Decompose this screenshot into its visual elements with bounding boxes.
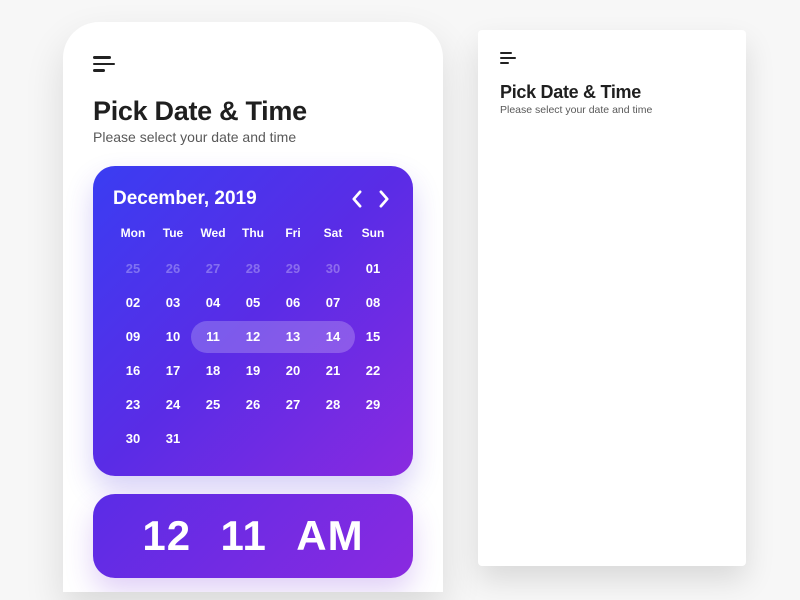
day-cell[interactable]: 17 bbox=[153, 354, 193, 388]
day-cell[interactable]: 30 bbox=[113, 422, 153, 456]
day-cell[interactable]: 01 bbox=[353, 252, 393, 286]
day-cell[interactable]: 29 bbox=[353, 388, 393, 422]
day-cell[interactable]: 31 bbox=[153, 422, 193, 456]
day-cell[interactable]: 21 bbox=[313, 354, 353, 388]
day-cell[interactable]: 02 bbox=[113, 286, 153, 320]
dow-label: Sat bbox=[313, 226, 353, 252]
page-title: Pick Date & Time bbox=[93, 96, 413, 127]
day-cell[interactable]: 19 bbox=[233, 354, 273, 388]
menu-icon[interactable] bbox=[93, 56, 115, 72]
day-cell[interactable]: 25 bbox=[193, 388, 233, 422]
dow-label: Wed bbox=[193, 226, 233, 252]
day-cell[interactable]: 14 bbox=[313, 320, 353, 354]
day-cell[interactable]: 26 bbox=[233, 388, 273, 422]
day-cell[interactable]: 11 bbox=[193, 320, 233, 354]
day-cell[interactable]: 22 bbox=[353, 354, 393, 388]
page-subtitle: Please select your date and time bbox=[93, 129, 413, 145]
day-cell[interactable]: 23 bbox=[113, 388, 153, 422]
day-cell[interactable]: 13 bbox=[273, 320, 313, 354]
day-cell[interactable]: 04 bbox=[193, 286, 233, 320]
day-cell[interactable]: 25 bbox=[113, 252, 153, 286]
dow-label: Mon bbox=[113, 226, 153, 252]
day-cell[interactable]: 30 bbox=[313, 252, 353, 286]
day-cell[interactable]: 28 bbox=[233, 252, 273, 286]
time-hour[interactable]: 12 bbox=[142, 512, 191, 560]
day-cell[interactable]: 26 bbox=[153, 252, 193, 286]
day-cell[interactable]: 07 bbox=[313, 286, 353, 320]
calendar-card: December, 2019 MonTueWedThuFriSatSun2526… bbox=[93, 166, 413, 476]
day-cell[interactable]: 12 bbox=[233, 320, 273, 354]
phone-main: Pick Date & Time Please select your date… bbox=[63, 22, 443, 592]
day-cell[interactable]: 27 bbox=[273, 388, 313, 422]
page-subtitle: Please select your date and time bbox=[500, 104, 724, 116]
day-cell[interactable]: 24 bbox=[153, 388, 193, 422]
calendar-grid: MonTueWedThuFriSatSun2526272829300102030… bbox=[113, 226, 393, 456]
dow-label: Fri bbox=[273, 226, 313, 252]
time-ampm[interactable]: AM bbox=[296, 512, 363, 560]
month-label: December, 2019 bbox=[113, 188, 337, 210]
dow-label: Thu bbox=[233, 226, 273, 252]
dow-label: Tue bbox=[153, 226, 193, 252]
day-cell[interactable]: 03 bbox=[153, 286, 193, 320]
time-minute[interactable]: 11 bbox=[220, 512, 266, 560]
day-cell[interactable]: 29 bbox=[273, 252, 313, 286]
next-month-button[interactable] bbox=[375, 190, 393, 208]
menu-icon[interactable] bbox=[500, 52, 516, 64]
day-cell[interactable]: 28 bbox=[313, 388, 353, 422]
day-cell[interactable]: 06 bbox=[273, 286, 313, 320]
phone-secondary: Pick Date & Time Please select your date… bbox=[478, 30, 746, 566]
day-cell[interactable]: 20 bbox=[273, 354, 313, 388]
day-cell[interactable]: 18 bbox=[193, 354, 233, 388]
time-card: 12 11 AM bbox=[93, 494, 413, 578]
day-cell[interactable]: 08 bbox=[353, 286, 393, 320]
day-cell[interactable]: 27 bbox=[193, 252, 233, 286]
page-title: Pick Date & Time bbox=[500, 82, 724, 103]
day-cell[interactable]: 16 bbox=[113, 354, 153, 388]
day-cell[interactable]: 09 bbox=[113, 320, 153, 354]
prev-month-button[interactable] bbox=[347, 190, 365, 208]
day-cell[interactable]: 10 bbox=[153, 320, 193, 354]
day-cell[interactable]: 15 bbox=[353, 320, 393, 354]
day-cell[interactable]: 05 bbox=[233, 286, 273, 320]
dow-label: Sun bbox=[353, 226, 393, 252]
